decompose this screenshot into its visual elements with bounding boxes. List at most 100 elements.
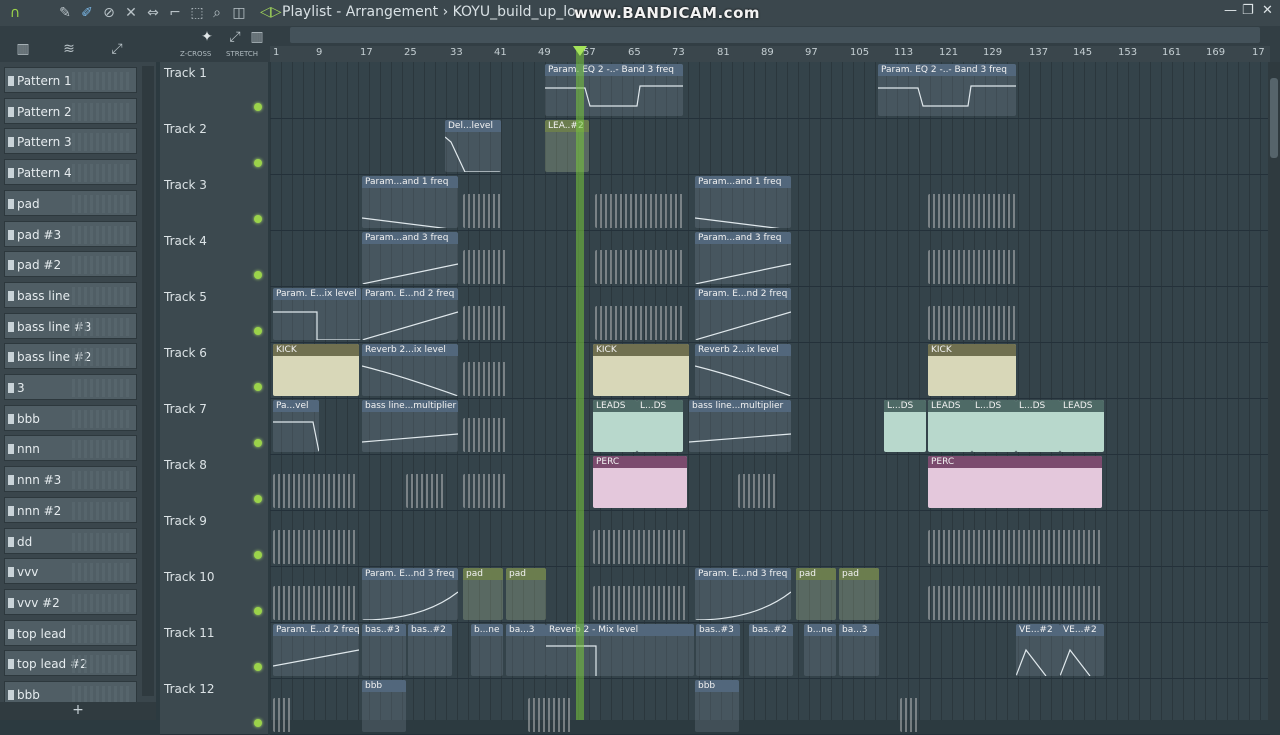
- playlist-clip[interactable]: Reverb 2...ix level: [362, 344, 458, 396]
- track-header[interactable]: Track 5: [160, 286, 268, 343]
- pattern-block[interactable]: [595, 306, 685, 340]
- track-enable-led-icon[interactable]: [254, 271, 262, 279]
- track-enable-led-icon[interactable]: [254, 159, 262, 167]
- pattern-block[interactable]: [463, 362, 507, 396]
- pattern-item[interactable]: pad #2: [4, 251, 137, 278]
- slip-icon[interactable]: ⇔: [144, 4, 162, 22]
- playlist-clip[interactable]: Reverb 2...ix level: [695, 344, 791, 396]
- playlist-clip[interactable]: Param...and 3 freq: [362, 232, 458, 284]
- pattern-block[interactable]: [738, 474, 778, 508]
- pattern-block[interactable]: [928, 586, 1102, 620]
- playlist-clip[interactable]: LEADS: [593, 400, 637, 452]
- stretch-label[interactable]: STRETCH: [226, 50, 258, 58]
- automation-view-icon[interactable]: ⤢: [108, 40, 126, 58]
- playlist-clip[interactable]: bas..#2: [408, 624, 452, 676]
- playlist-clip[interactable]: bas..#2: [749, 624, 793, 676]
- pattern-item[interactable]: pad: [4, 189, 137, 216]
- pattern-block[interactable]: [463, 306, 507, 340]
- playlist-clip[interactable]: pad: [463, 568, 503, 620]
- playlist-clip[interactable]: bass line...multiplier: [362, 400, 458, 452]
- track-header[interactable]: Track 11: [160, 622, 268, 679]
- pattern-block[interactable]: [928, 250, 1016, 284]
- playlist-clip[interactable]: Param. E...nd 3 freq: [362, 568, 458, 620]
- track-header[interactable]: Track 10: [160, 566, 268, 623]
- playlist-clip[interactable]: LEADS: [1060, 400, 1104, 452]
- playlist-clip[interactable]: Pa...vel: [273, 400, 319, 452]
- pattern-item[interactable]: Pattern 2: [4, 97, 137, 124]
- track-header[interactable]: Track 7: [160, 398, 268, 455]
- pattern-item[interactable]: nnn #3: [4, 466, 137, 493]
- playlist-clip[interactable]: Param. E...nd 2 freq: [362, 288, 458, 340]
- playlist-clip[interactable]: L...DS: [637, 400, 683, 452]
- pattern-block[interactable]: [928, 530, 1102, 564]
- playlist-scrollbar[interactable]: [1268, 62, 1280, 720]
- track-header[interactable]: Track 12: [160, 678, 268, 735]
- song-overview-scrollbar[interactable]: [290, 27, 1260, 43]
- track-enable-led-icon[interactable]: [254, 439, 262, 447]
- playlist-clip[interactable]: LEADS: [928, 400, 972, 452]
- pattern-item[interactable]: pad #3: [4, 220, 137, 247]
- pattern-block[interactable]: [273, 586, 357, 620]
- track-enable-led-icon[interactable]: [254, 383, 262, 391]
- pattern-item[interactable]: bbb: [4, 404, 137, 431]
- playlist-clip[interactable]: ba...3: [839, 624, 879, 676]
- zoom-icon[interactable]: ⌕: [208, 4, 226, 22]
- playlist-clip[interactable]: Reverb 2 - Mix level: [546, 624, 694, 676]
- track-enable-led-icon[interactable]: [254, 719, 262, 727]
- playlist-clip[interactable]: Param...and 1 freq: [362, 176, 458, 228]
- pattern-block[interactable]: [928, 306, 1016, 340]
- audio-view-icon[interactable]: ≋: [60, 40, 78, 58]
- pattern-block[interactable]: [595, 194, 685, 228]
- pencil-icon[interactable]: ✎: [56, 4, 74, 22]
- playlist-clip[interactable]: VE...#2: [1060, 624, 1104, 676]
- close-button[interactable]: ✕: [1262, 3, 1273, 18]
- pattern-block[interactable]: [273, 530, 357, 564]
- playlist-clip[interactable]: Param...and 1 freq: [695, 176, 791, 228]
- pattern-block[interactable]: [273, 698, 293, 732]
- playlist-clip[interactable]: Param...and 3 freq: [695, 232, 791, 284]
- track-enable-led-icon[interactable]: [254, 103, 262, 111]
- track-enable-led-icon[interactable]: [254, 663, 262, 671]
- pattern-block[interactable]: [463, 194, 503, 228]
- mute-icon[interactable]: ✕: [122, 4, 140, 22]
- zcross-label[interactable]: Z-CROSS: [180, 50, 211, 58]
- playlist-clip[interactable]: Param. EQ 2 -..- Band 3 freq: [545, 64, 683, 116]
- pattern-item[interactable]: vvv #2: [4, 588, 137, 615]
- pattern-item[interactable]: bass line #2: [4, 343, 137, 370]
- pattern-item[interactable]: nnn: [4, 435, 137, 462]
- playlist-clip[interactable]: KICK: [273, 344, 359, 396]
- track-enable-led-icon[interactable]: [254, 327, 262, 335]
- pattern-item[interactable]: nnn #2: [4, 496, 137, 523]
- pattern-item[interactable]: vvv: [4, 558, 137, 585]
- track-header[interactable]: Track 4: [160, 230, 268, 287]
- track-header[interactable]: Track 9: [160, 510, 268, 567]
- grid-icon[interactable]: ▥: [248, 28, 266, 46]
- playhead[interactable]: [576, 46, 584, 720]
- track-enable-led-icon[interactable]: [254, 551, 262, 559]
- pattern-block[interactable]: [900, 698, 920, 732]
- curve-icon[interactable]: ⤢: [226, 28, 244, 46]
- playlist-clip[interactable]: VE...#2: [1016, 624, 1060, 676]
- playlist-clip[interactable]: KICK: [593, 344, 689, 396]
- track-header[interactable]: Track 6: [160, 342, 268, 399]
- playlist-clip[interactable]: pad: [506, 568, 546, 620]
- pattern-item[interactable]: Pattern 4: [4, 159, 137, 186]
- track-enable-led-icon[interactable]: [254, 215, 262, 223]
- playlist-clip[interactable]: Param. E...d 2 freq: [273, 624, 359, 676]
- track-enable-led-icon[interactable]: [254, 607, 262, 615]
- pattern-view-icon[interactable]: ▥: [14, 40, 32, 58]
- minimize-button[interactable]: —: [1224, 3, 1237, 18]
- add-pattern-button[interactable]: +: [0, 702, 156, 720]
- playlist-clip[interactable]: PERC: [593, 456, 687, 508]
- track-header[interactable]: Track 8: [160, 454, 268, 511]
- pattern-block[interactable]: [528, 698, 572, 732]
- playlist-clip[interactable]: pad: [839, 568, 879, 620]
- pattern-block[interactable]: [593, 530, 687, 564]
- pattern-item[interactable]: Pattern 3: [4, 128, 137, 155]
- playback-icon[interactable]: ◫: [230, 4, 248, 22]
- pattern-item[interactable]: dd: [4, 527, 137, 554]
- playlist-clip[interactable]: b...ne: [804, 624, 836, 676]
- magnet-icon[interactable]: ∩: [6, 4, 24, 22]
- pattern-item[interactable]: top lead: [4, 619, 137, 646]
- pattern-block[interactable]: [273, 474, 357, 508]
